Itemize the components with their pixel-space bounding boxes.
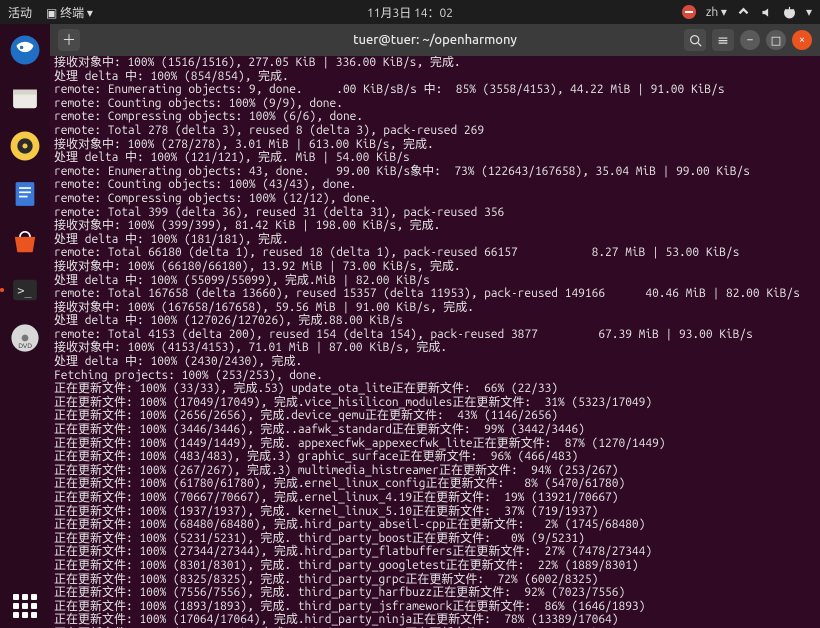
power-icon[interactable] (783, 6, 796, 19)
dock-item-thunderbird[interactable] (5, 30, 45, 70)
gnome-topbar: 活动 ▣ 终端 ▾ 11月3日 14：02 zh ▾ ▾ (0, 0, 820, 24)
svg-text:DVD: DVD (18, 343, 32, 350)
clock[interactable]: 11月3日 14：02 (367, 4, 453, 21)
new-tab-button[interactable]: ＋ (58, 29, 80, 51)
network-icon[interactable] (737, 6, 750, 19)
dock-item-rhythmbox[interactable] (5, 126, 45, 166)
window-title: tuer@tuer: ~/openharmony (353, 33, 517, 47)
close-button[interactable]: × (792, 30, 812, 50)
terminal-window: ＋ tuer@tuer: ~/openharmony ≡ – □ × 接收对象中… (50, 24, 820, 628)
dock-item-software[interactable] (5, 222, 45, 262)
titlebar: ＋ tuer@tuer: ~/openharmony ≡ – □ × (50, 24, 820, 56)
search-button[interactable] (684, 29, 706, 51)
terminal-output[interactable]: 接收对象中: 100% (1516/1516), 277.05 KiB | 33… (50, 56, 820, 628)
app-menu[interactable]: ▣ 终端 ▾ (46, 4, 93, 21)
notification-icon[interactable] (682, 5, 696, 19)
input-method-indicator[interactable]: zh ▾ (706, 5, 727, 19)
hamburger-menu-button[interactable]: ≡ (712, 29, 734, 51)
activities-button[interactable]: 活动 (8, 4, 32, 21)
volume-icon[interactable] (760, 6, 773, 19)
dock-item-disc[interactable]: DVD (5, 318, 45, 358)
dock-item-terminal[interactable]: >_ (5, 270, 45, 310)
maximize-button[interactable]: □ (766, 30, 786, 50)
system-menu-caret[interactable]: ▾ (806, 5, 812, 19)
svg-text:>_: >_ (17, 283, 32, 297)
dock-item-document[interactable] (5, 174, 45, 214)
ubuntu-dock: >_ DVD (0, 24, 50, 628)
show-applications-button[interactable] (13, 594, 37, 618)
dock-item-files[interactable] (5, 78, 45, 118)
minimize-button[interactable]: – (740, 30, 760, 50)
